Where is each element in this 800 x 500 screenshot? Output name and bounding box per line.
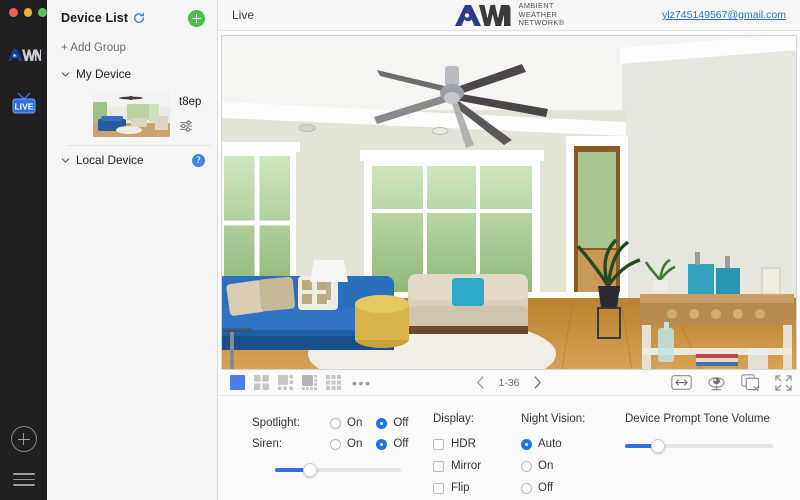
sliders-icon[interactable] [179, 119, 201, 137]
device-name: t8ep [179, 96, 202, 108]
aspect-ratio-icon[interactable] [671, 375, 692, 390]
close-all-windows-icon[interactable] [741, 374, 760, 392]
night-vision-option-off[interactable]: Off [521, 478, 609, 498]
device-list-sidebar: Device List + Add Group My Device t8ep L… [47, 0, 218, 500]
video-area [218, 31, 800, 371]
device-controls-panel: Spotlight: On Off Siren: On Off Display:… [218, 396, 800, 500]
sidebar-group-local-device[interactable]: Local Device ? [47, 146, 217, 174]
page-title: Device List [61, 11, 129, 25]
add-device-button[interactable] [188, 9, 205, 27]
close-window-button[interactable] [9, 8, 18, 17]
display-column: Display: HDR Mirror Flip [433, 413, 521, 500]
chevron-down-icon [61, 156, 70, 165]
chevron-down-icon [61, 70, 70, 79]
siren-off-label: Off [393, 438, 409, 450]
ptz-camera-icon[interactable] [707, 374, 726, 391]
hdr-label: HDR [451, 438, 476, 450]
hdr-checkbox[interactable] [433, 438, 444, 450]
spotlight-off-radio[interactable] [376, 417, 388, 429]
night-vision-on-radio[interactable] [521, 460, 532, 472]
spotlight-on-radio[interactable] [330, 417, 341, 429]
night-vision-on-label: On [538, 460, 554, 472]
refresh-icon[interactable] [133, 12, 145, 24]
toggle-column: Spotlight: On Off Siren: On Off [218, 413, 433, 500]
night-vision-off-label: Off [538, 482, 554, 494]
siren-control: Siren: On Off [252, 434, 433, 454]
layout-1-plus-5-button[interactable] [278, 375, 293, 391]
sidebar-group-label: Local Device [76, 153, 144, 167]
layout-1x1-button[interactable] [230, 375, 245, 391]
night-vision-auto-radio[interactable] [521, 438, 532, 450]
layout-2x2-button[interactable] [254, 375, 269, 391]
spotlight-control: Spotlight: On Off [252, 413, 433, 433]
device-meta: t8ep [170, 92, 201, 137]
night-vision-column: Night Vision: Auto On Off [521, 413, 609, 500]
flip-label: Flip [451, 482, 470, 494]
volume-column: Device Prompt Tone Volume [609, 413, 800, 500]
display-label: Display: [433, 413, 474, 425]
circle-plus-icon[interactable] [10, 426, 37, 453]
spotlight-label: Spotlight: [252, 417, 300, 429]
brand-line-3: NETWORK® [518, 18, 565, 28]
night-vision-option-auto[interactable]: Auto [521, 434, 609, 454]
flip-checkbox[interactable] [433, 482, 444, 494]
video-toolbar: ••• 1-36 [218, 370, 800, 396]
live-view-label: Live [232, 8, 255, 23]
night-vision-label: Night Vision: [521, 413, 586, 425]
device-list-item[interactable]: t8ep [67, 88, 211, 146]
fullscreen-icon[interactable] [775, 374, 792, 391]
brand-line-1: AMBIENT [518, 1, 554, 11]
slider-knob[interactable] [303, 463, 318, 477]
display-option-hdr[interactable]: HDR [433, 434, 521, 454]
spotlight-off-label: Off [393, 417, 409, 429]
app-window: LIVE Device List + Add Group My Device t… [0, 0, 800, 500]
mirror-checkbox[interactable] [433, 460, 444, 472]
page-range-label: 1-36 [498, 376, 520, 389]
night-vision-option-on[interactable]: On [521, 456, 609, 476]
live-camera-feed[interactable] [221, 35, 797, 371]
sidebar-group-label: My Device [76, 67, 132, 81]
hamburger-menu-icon[interactable] [12, 473, 35, 486]
next-page-button[interactable] [533, 376, 542, 389]
more-layouts-icon[interactable]: ••• [350, 375, 372, 391]
night-vision-auto-label: Auto [538, 438, 562, 450]
help-icon[interactable]: ? [192, 153, 205, 167]
live-tab-icon[interactable]: LIVE [8, 88, 40, 118]
device-prompt-tone-volume-slider[interactable] [625, 439, 773, 453]
minimize-window-button[interactable] [23, 8, 33, 17]
siren-label: Siren: [252, 438, 283, 450]
brand-tagline: AMBIENT WEATHER NETWORK® [519, 2, 565, 28]
siren-on-radio[interactable] [330, 438, 341, 450]
device-thumbnail[interactable] [93, 92, 170, 137]
device-prompt-tone-volume-label: Device Prompt Tone Volume [625, 413, 770, 425]
display-option-flip[interactable]: Flip [433, 478, 521, 498]
sidebar-group-my-device[interactable]: My Device [47, 60, 217, 88]
spotlight-on-label: On [347, 417, 363, 429]
layout-3x3-button[interactable] [326, 375, 341, 391]
window-controls [0, 0, 48, 17]
top-header: Live AMBIENT WEATHER NETWORK® ylz7451495… [218, 0, 800, 32]
sidebar-header: Device List [47, 0, 217, 36]
account-email-link[interactable]: ylz745149567@gmail.com [662, 9, 786, 21]
night-vision-off-radio[interactable] [521, 482, 532, 494]
main-panel: Live AMBIENT WEATHER NETWORK® ylz7451495… [218, 0, 800, 500]
toolbar-right-tools [671, 374, 792, 392]
siren-off-radio[interactable] [376, 438, 388, 450]
siren-on-label: On [347, 438, 363, 450]
svg-text:LIVE: LIVE [14, 101, 33, 111]
slider-knob[interactable] [650, 439, 665, 453]
brand-line-2: WEATHER [518, 9, 558, 19]
add-group-button[interactable]: + Add Group [47, 36, 217, 60]
rail-bottom-actions [0, 426, 47, 486]
awn-logo-icon[interactable] [7, 46, 41, 64]
layout-buttons: ••• [230, 375, 372, 391]
mirror-label: Mirror [451, 460, 482, 472]
left-rail: LIVE [0, 0, 48, 500]
display-option-mirror[interactable]: Mirror [433, 456, 521, 476]
maximize-window-button[interactable] [38, 8, 48, 17]
layout-1-plus-7-button[interactable] [302, 375, 317, 391]
prev-page-button[interactable] [476, 376, 485, 389]
siren-volume-slider[interactable] [275, 463, 401, 477]
